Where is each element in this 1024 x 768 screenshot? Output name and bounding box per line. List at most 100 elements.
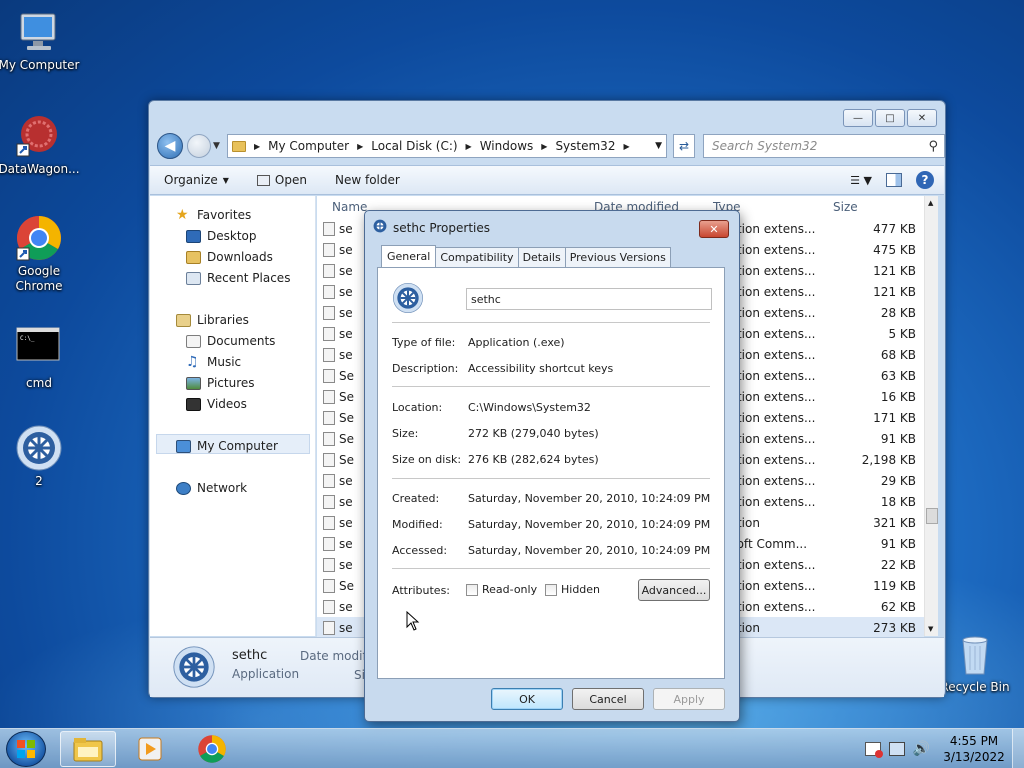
taskbar-media-player[interactable] [122,731,178,767]
scrollbar-thumb[interactable] [926,508,938,524]
tab-details[interactable]: Details [517,247,566,267]
nav-item-my-computer[interactable]: My Computer [176,439,278,453]
back-button[interactable]: ◀ [157,133,183,159]
details-file-type: Application [232,667,300,681]
nav-item-documents[interactable]: Documents [186,334,275,348]
tab-previous-versions[interactable]: Previous Versions [564,247,671,267]
preview-pane-button[interactable] [886,173,902,187]
clock[interactable]: 4:55 PM 3/13/2022 [936,733,1012,765]
search-input[interactable]: Search System32 ⚲ [703,134,945,158]
file-name-field[interactable]: sethc [466,288,712,310]
open-button[interactable]: Open [243,173,321,187]
nav-label: Music [207,355,242,369]
show-desktop-button[interactable] [1012,729,1024,768]
nav-label: Libraries [197,313,249,327]
refresh-button[interactable]: ⇄ [673,134,695,158]
breadcrumb-item[interactable]: My Computer [268,139,349,153]
location-value: C:\Windows\System32 [468,401,591,414]
nav-item-music[interactable]: ♫ Music [186,355,242,370]
system-tray: 🔊 4:55 PM 3/13/2022 [864,729,1024,768]
modified-label: Modified: [392,518,443,531]
close-button[interactable]: ✕ [907,109,937,127]
forward-button[interactable] [187,134,211,158]
desktop-icon-label: My Computer [0,58,80,72]
minimize-button[interactable]: — [843,109,873,127]
desktop-icon-cmd[interactable]: C:\_ cmd [0,322,81,391]
breadcrumb-item[interactable]: System32 [555,139,615,153]
column-size[interactable]: Size [833,200,858,214]
read-only-checkbox[interactable]: Read-only [466,583,537,596]
address-dropdown[interactable]: ▼ [655,141,662,151]
nav-item-favorites[interactable]: ★ Favorites [176,208,252,223]
svg-text:C:\_: C:\_ [20,335,35,342]
start-button[interactable] [6,731,46,767]
action-center-icon[interactable] [864,742,883,758]
taskbar-chrome[interactable] [184,731,240,767]
nav-item-pictures[interactable]: Pictures [186,376,255,390]
file-name: Se [339,411,354,425]
type-of-file-label: Type of file: [392,336,456,349]
dialog-close-button[interactable]: ✕ [699,220,729,238]
scroll-down-arrow[interactable]: ▼ [928,625,933,633]
file-icon [323,600,335,614]
desktop-icon-chrome[interactable]: Google Chrome [0,214,81,294]
chevron-right-icon[interactable]: ▶ [541,142,547,151]
network-icon [176,481,191,495]
maximize-button[interactable]: □ [875,109,905,127]
file-icon [323,537,335,551]
file-size: 62 KB [880,600,916,614]
checkbox-box[interactable] [466,583,478,596]
nav-label: Pictures [207,376,255,390]
breadcrumb-item[interactable]: Local Disk (C:) [371,139,457,153]
recent-pages-dropdown[interactable]: ▼ [213,141,220,151]
nav-label: Desktop [207,229,257,243]
cancel-button[interactable]: Cancel [572,688,644,710]
chevron-right-icon[interactable]: ▶ [623,142,629,151]
nav-item-videos[interactable]: Videos [186,397,247,411]
desktop-icon-2[interactable]: 2 [0,424,81,489]
apply-button[interactable]: Apply [653,688,725,710]
taskbar-explorer[interactable] [60,731,116,767]
description-value: Accessibility shortcut keys [468,362,614,375]
address-bar[interactable]: ▶ My Computer ▶ Local Disk (C:) ▶ Window… [227,134,667,158]
nav-item-downloads[interactable]: Downloads [186,250,273,264]
nav-label: Favorites [197,208,252,222]
chevron-right-icon[interactable]: ▶ [466,142,472,151]
organize-button[interactable]: Organize ▼ [150,173,243,187]
scroll-up-arrow[interactable]: ▲ [928,199,933,207]
file-size: 5 KB [888,327,916,341]
chevron-right-icon[interactable]: ▶ [254,142,260,151]
view-options-button[interactable]: ☰ ▼ [850,174,872,187]
nav-item-desktop[interactable]: Desktop [186,229,257,243]
desktop-icon-datawagon[interactable]: DataWagon... [0,112,81,177]
hidden-checkbox[interactable]: Hidden [545,583,600,596]
ok-button[interactable]: OK [491,688,563,710]
location-label: Location: [392,401,443,414]
desktop-icon-my-computer[interactable]: My Computer [0,8,81,73]
computer-icon [176,439,191,453]
volume-icon[interactable]: 🔊 [913,741,930,757]
new-folder-button[interactable]: New folder [321,173,414,187]
file-name: se [339,621,353,635]
nav-item-network[interactable]: Network [176,481,247,495]
file-icon [323,579,335,593]
chevron-right-icon[interactable]: ▶ [357,142,363,151]
desktop-icon-label: Google Chrome [15,264,63,293]
nav-item-libraries[interactable]: Libraries [176,313,249,327]
help-button[interactable]: ? [916,171,934,189]
datawagon-icon [15,112,63,160]
breadcrumb-item[interactable]: Windows [480,139,534,153]
vertical-scrollbar[interactable]: ▲ ▼ [924,196,938,636]
windows-logo-icon [17,740,35,758]
close-icon: ✕ [709,222,719,236]
tab-general[interactable]: General [381,245,437,267]
tab-compatibility[interactable]: Compatibility [435,247,519,267]
checkbox-box[interactable] [545,583,557,596]
column-name[interactable]: Name [332,200,367,214]
advanced-button[interactable]: Advanced... [638,579,710,601]
file-name: Se [339,579,354,593]
nav-item-recent-places[interactable]: Recent Places [186,271,290,285]
file-icon [323,369,335,383]
search-icon[interactable]: ⚲ [928,139,938,154]
network-tray-icon[interactable] [888,742,905,756]
